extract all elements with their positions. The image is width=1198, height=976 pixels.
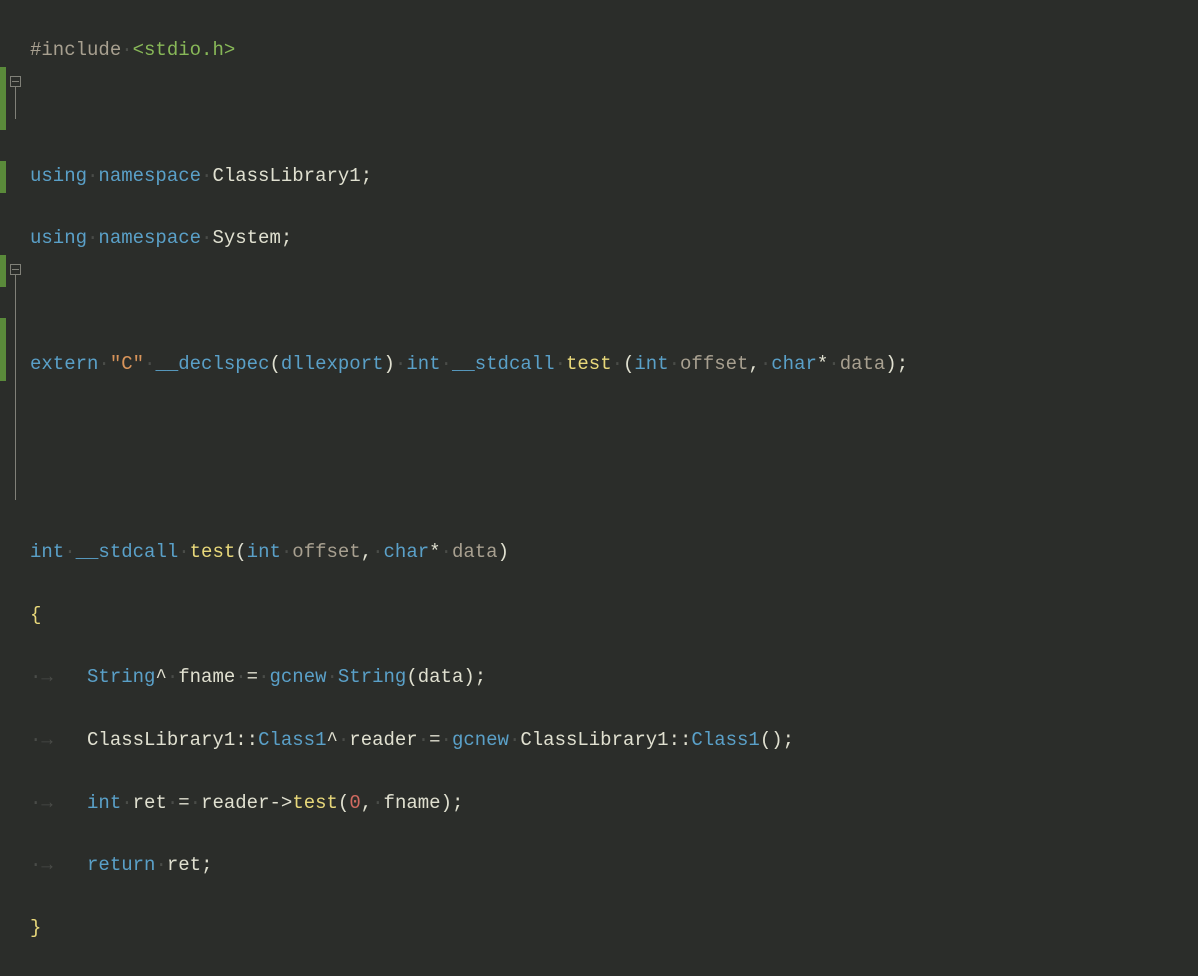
code-line: ·→ int·ret·=·reader->test(0,·fname); [30,788,908,819]
code-line: } [30,913,908,944]
code-line [30,286,908,317]
code-line: extern·"C"·__declspec(dllexport)·int·__s… [30,349,908,380]
fold-icon[interactable] [10,76,21,87]
code-line: int·__stdcall·test(int·offset,·char*·dat… [30,537,908,568]
code-line: ·→ return·ret; [30,850,908,881]
code-line: #include·<stdio.h> [30,35,908,66]
modification-bar [0,255,6,287]
code-line [30,98,908,129]
code-line: using·namespace·ClassLibrary1; [30,161,908,192]
fold-icon[interactable] [10,264,21,275]
code-line: using·namespace·System; [30,223,908,254]
code-line [30,411,908,442]
code-line [30,474,908,505]
code-line: { [30,600,908,631]
code-gutter [0,0,28,521]
modification-bar [0,318,6,381]
fold-line [15,87,16,119]
fold-line [15,275,16,500]
modification-bar [0,67,6,130]
code-editor[interactable]: #include·<stdio.h> using·namespace·Class… [30,4,908,976]
modification-bar [0,161,6,193]
code-line: ·→ String^·fname·=·gcnew·String(data); [30,662,908,693]
code-line: ·→ ClassLibrary1::Class1^·reader·=·gcnew… [30,725,908,756]
